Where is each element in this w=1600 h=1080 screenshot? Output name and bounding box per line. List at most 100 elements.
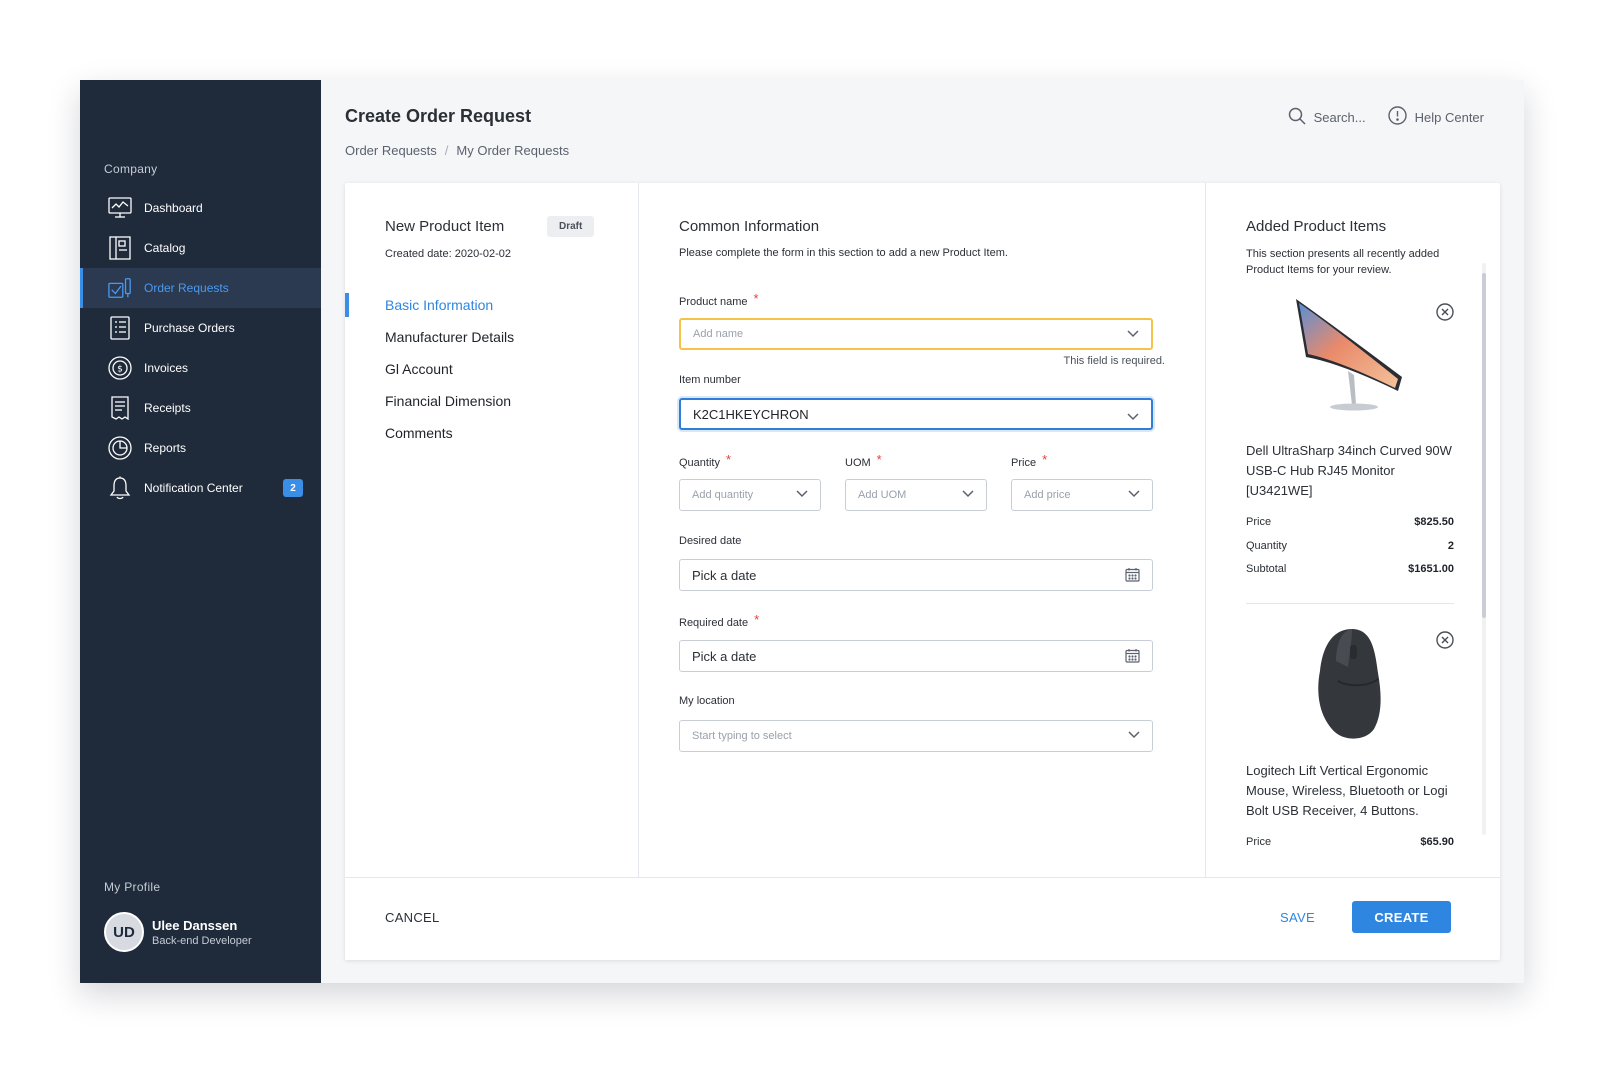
sidebar-item-receipts[interactable]: Receipts — [80, 388, 321, 428]
reports-icon — [108, 436, 132, 460]
breadcrumb-separator: / — [444, 143, 449, 158]
bell-icon — [108, 476, 132, 500]
created-date: Created date: 2020-02-02 — [385, 248, 511, 260]
sidebar-item-label: Invoices — [144, 361, 189, 375]
chevron-down-icon — [962, 489, 974, 501]
required-marker: * — [754, 612, 760, 627]
top-actions: Search... Help Center — [1288, 106, 1484, 128]
notification-badge: 2 — [283, 479, 303, 497]
section-financial-dimension[interactable]: Financial Dimension — [345, 389, 638, 421]
product-price-row: Price $825.50 — [1246, 516, 1454, 528]
uom-select[interactable]: Add UOM — [845, 479, 987, 511]
remove-item-icon[interactable] — [1436, 303, 1454, 321]
section-manufacturer-details[interactable]: Manufacturer Details — [345, 325, 638, 357]
sidebar-item-label: Notification Center — [144, 481, 243, 495]
avatar: UD — [104, 912, 144, 952]
create-button[interactable]: CREATE — [1352, 901, 1451, 933]
chevron-down-icon — [1127, 409, 1139, 424]
added-items-title: Added Product Items — [1246, 218, 1387, 235]
sidebar-item-catalog[interactable]: Catalog — [80, 228, 321, 268]
product-item-title: New Product Item — [385, 218, 505, 235]
quantity-label: Quantity * — [679, 452, 732, 469]
catalog-icon — [108, 236, 132, 260]
search-button[interactable]: Search... — [1288, 107, 1366, 128]
product-card: Dell UltraSharp 34inch Curved 90W USB-C … — [1246, 293, 1454, 593]
calendar-icon — [1125, 567, 1140, 585]
item-number-label: Item number — [679, 374, 741, 386]
sidebar: Company Dashboard Catalog Order Requests — [80, 80, 321, 983]
quantity-select[interactable]: Add quantity — [679, 479, 821, 511]
price-select[interactable]: Add price — [1011, 479, 1153, 511]
sidebar-nav: Dashboard Catalog Order Requests Purchas… — [80, 188, 321, 508]
added-items-panel: Added Product Items This section present… — [1206, 183, 1500, 877]
required-date-label: Required date * — [679, 612, 760, 629]
section-basic-information[interactable]: Basic Information — [345, 293, 638, 325]
user-profile[interactable]: UD Ulee Danssen Back-end Developer — [104, 912, 252, 952]
product-item-panel: New Product Item Draft Created date: 202… — [345, 183, 639, 877]
monitor-image — [1290, 293, 1414, 417]
required-marker: * — [753, 291, 759, 306]
section-nav: Basic Information Manufacturer Details G… — [345, 293, 638, 453]
status-badge: Draft — [547, 216, 595, 237]
sidebar-item-label: Dashboard — [144, 201, 203, 215]
app-window: Company Dashboard Catalog Order Requests — [80, 80, 1524, 983]
receipts-icon — [108, 396, 132, 420]
section-comments[interactable]: Comments — [345, 421, 638, 453]
sidebar-item-order-requests[interactable]: Order Requests — [80, 268, 321, 308]
cancel-button[interactable]: CANCEL — [385, 910, 440, 925]
required-date-picker[interactable]: Pick a date — [679, 640, 1153, 672]
form-subtitle: Please complete the form in this section… — [679, 247, 1008, 259]
search-label: Search... — [1313, 109, 1366, 125]
profile-section-label: My Profile — [104, 880, 161, 894]
item-number-select[interactable]: K2C1HKEYCHRON — [679, 398, 1153, 430]
required-marker: * — [1042, 452, 1048, 467]
location-select[interactable]: Start typing to select — [679, 720, 1153, 752]
sidebar-item-invoices[interactable]: $ Invoices — [80, 348, 321, 388]
page-title: Create Order Request — [345, 106, 532, 126]
breadcrumb-item-order-requests[interactable]: Order Requests — [345, 143, 437, 158]
product-name: Dell UltraSharp 34inch Curved 90W USB-C … — [1246, 443, 1452, 498]
location-label: My location — [679, 695, 735, 707]
product-name-select[interactable]: Add name — [679, 318, 1153, 350]
invoices-icon: $ — [108, 356, 132, 380]
svg-text:$: $ — [117, 365, 123, 375]
purchase-orders-icon — [108, 316, 132, 340]
product-card: Logitech Lift Vertical Ergonomic Mouse, … — [1246, 621, 1454, 877]
section-gl-account[interactable]: Gl Account — [345, 357, 638, 389]
help-center-button[interactable]: Help Center — [1387, 106, 1484, 128]
required-marker: * — [725, 452, 732, 467]
sidebar-item-dashboard[interactable]: Dashboard — [80, 188, 321, 228]
remove-item-icon[interactable] — [1436, 631, 1454, 649]
product-name-label: Product name * — [679, 291, 759, 308]
sidebar-item-label: Order Requests — [144, 281, 229, 295]
desired-date-label: Desired date — [679, 535, 742, 547]
calendar-icon — [1125, 648, 1140, 666]
save-button[interactable]: SAVE — [1280, 910, 1315, 925]
divider — [1246, 603, 1454, 604]
sidebar-item-reports[interactable]: Reports — [80, 428, 321, 468]
search-icon — [1288, 107, 1306, 128]
required-marker: * — [876, 452, 882, 467]
chevron-down-icon — [1127, 329, 1139, 341]
dashboard-icon — [108, 196, 132, 220]
sidebar-item-purchase-orders[interactable]: Purchase Orders — [80, 308, 321, 348]
added-items-subtitle: This section presents all recently added… — [1246, 248, 1440, 276]
alert-circle-icon — [1387, 106, 1407, 128]
breadcrumb-item-my-order-requests[interactable]: My Order Requests — [456, 143, 569, 158]
help-center-label: Help Center — [1414, 109, 1484, 125]
sidebar-item-label: Reports — [144, 441, 187, 455]
product-name: Logitech Lift Vertical Ergonomic Mouse, … — [1246, 763, 1448, 818]
order-requests-icon — [108, 276, 132, 300]
sidebar-item-label: Catalog — [144, 241, 186, 255]
scrollbar[interactable] — [1482, 263, 1486, 835]
desired-date-picker[interactable]: Pick a date — [679, 559, 1153, 591]
form-title: Common Information — [679, 218, 820, 235]
product-quantity-row: Quantity 2 — [1246, 540, 1454, 552]
chevron-down-icon — [1128, 730, 1140, 742]
scrollbar-thumb[interactable] — [1482, 273, 1486, 618]
sidebar-item-notification-center[interactable]: Notification Center 2 — [80, 468, 321, 508]
product-subtotal-row: Subtotal $1651.00 — [1246, 563, 1454, 575]
main-content: Create Order Request Order Requests / My… — [321, 80, 1524, 983]
profile-role: Back-end Developer — [152, 934, 252, 947]
sidebar-item-label: Receipts — [144, 401, 191, 415]
